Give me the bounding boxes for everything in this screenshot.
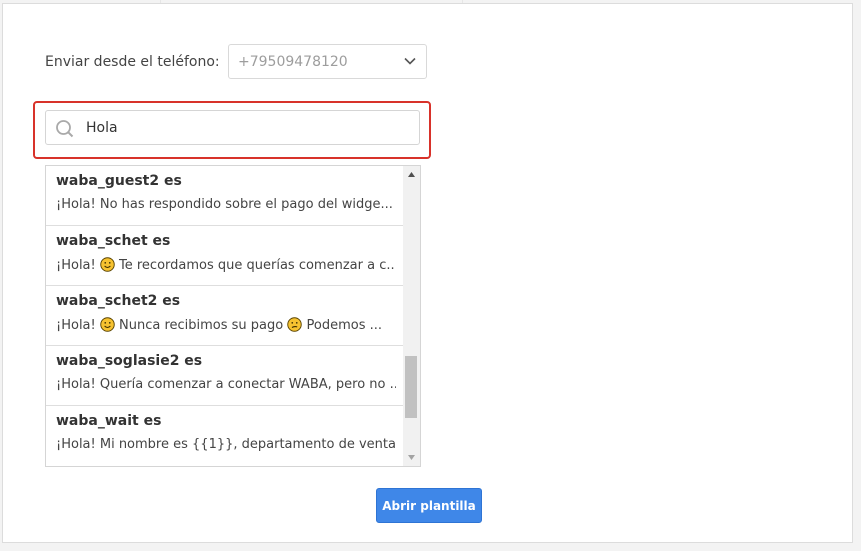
- template-name: waba_wait es: [56, 413, 162, 429]
- template-list-item[interactable]: waba_schet es ¡Hola! Te recordamos que qu…: [46, 226, 403, 286]
- template-name: waba_soglasie2 es: [56, 353, 203, 369]
- slightly-smiling-face-emoji: [100, 317, 115, 332]
- template-preview-text: Te recordamos que querías comenzar a c..…: [114, 258, 396, 273]
- search-field[interactable]: [45, 110, 420, 145]
- template-preview-text: ¡Hola! No has respondido sobre el pago d…: [56, 197, 393, 212]
- template-preview-text: Nunca recibimos su pago: [114, 318, 288, 333]
- template-preview: ¡Hola! No has respondido sobre el pago d…: [56, 197, 396, 212]
- template-name: waba_guest2 es: [56, 173, 182, 189]
- slightly-smiling-face-emoji: [100, 257, 115, 272]
- template-preview-text: ¡Hola! Mi nombre es {{1}}, departamento …: [56, 437, 396, 452]
- template-list-item[interactable]: waba_wait es ¡Hola! Mi nombre es {{1}}, d…: [46, 406, 403, 466]
- template-list-item[interactable]: waba_guest2 es ¡Hola! No has respondido s…: [46, 166, 403, 226]
- search-input[interactable]: [86, 117, 406, 139]
- scroll-down-arrow-icon[interactable]: [407, 454, 416, 461]
- scrollbar-thumb[interactable]: [405, 356, 417, 418]
- phone-select-value: +79509478120: [238, 54, 348, 70]
- template-preview: ¡Hola! Te recordamos que querías comenza…: [56, 257, 396, 273]
- template-preview-text: ¡Hola!: [56, 258, 100, 273]
- template-preview: ¡Hola! Nunca recibimos su pago Podemos .…: [56, 317, 396, 333]
- template-name: waba_schet2 es: [56, 293, 181, 309]
- template-preview: ¡Hola! Quería comenzar a conectar WABA, …: [56, 377, 396, 392]
- phone-select[interactable]: +79509478120: [228, 44, 427, 79]
- template-preview-text: Podemos ...: [302, 318, 383, 333]
- open-template-button[interactable]: Abrir plantilla: [376, 488, 482, 523]
- template-preview-text: ¡Hola! Quería comenzar a conectar WABA, …: [56, 377, 396, 392]
- template-preview-text: ¡Hola!: [56, 318, 100, 333]
- send-template-dialog: Enviar desde el teléfono: +79509478120 w…: [2, 3, 853, 543]
- template-list-items: waba_guest2 es ¡Hola! No has respondido s…: [46, 166, 403, 466]
- template-list: waba_guest2 es ¡Hola! No has respondido s…: [45, 165, 421, 467]
- scroll-up-arrow-icon[interactable]: [407, 171, 416, 178]
- search-icon: [56, 120, 74, 138]
- template-list-scrollbar[interactable]: [403, 166, 420, 466]
- template-name: waba_schet es: [56, 233, 171, 249]
- chevron-down-icon: [404, 57, 416, 65]
- confused-face-emoji: [287, 317, 303, 332]
- template-list-item[interactable]: waba_soglasie2 es ¡Hola! Quería comenzar …: [46, 346, 403, 406]
- template-list-item[interactable]: waba_schet2 es ¡Hola! Nunca recibimos su …: [46, 286, 403, 346]
- phone-label: Enviar desde el teléfono:: [45, 54, 220, 70]
- template-preview: ¡Hola! Mi nombre es {{1}}, departamento …: [56, 437, 396, 452]
